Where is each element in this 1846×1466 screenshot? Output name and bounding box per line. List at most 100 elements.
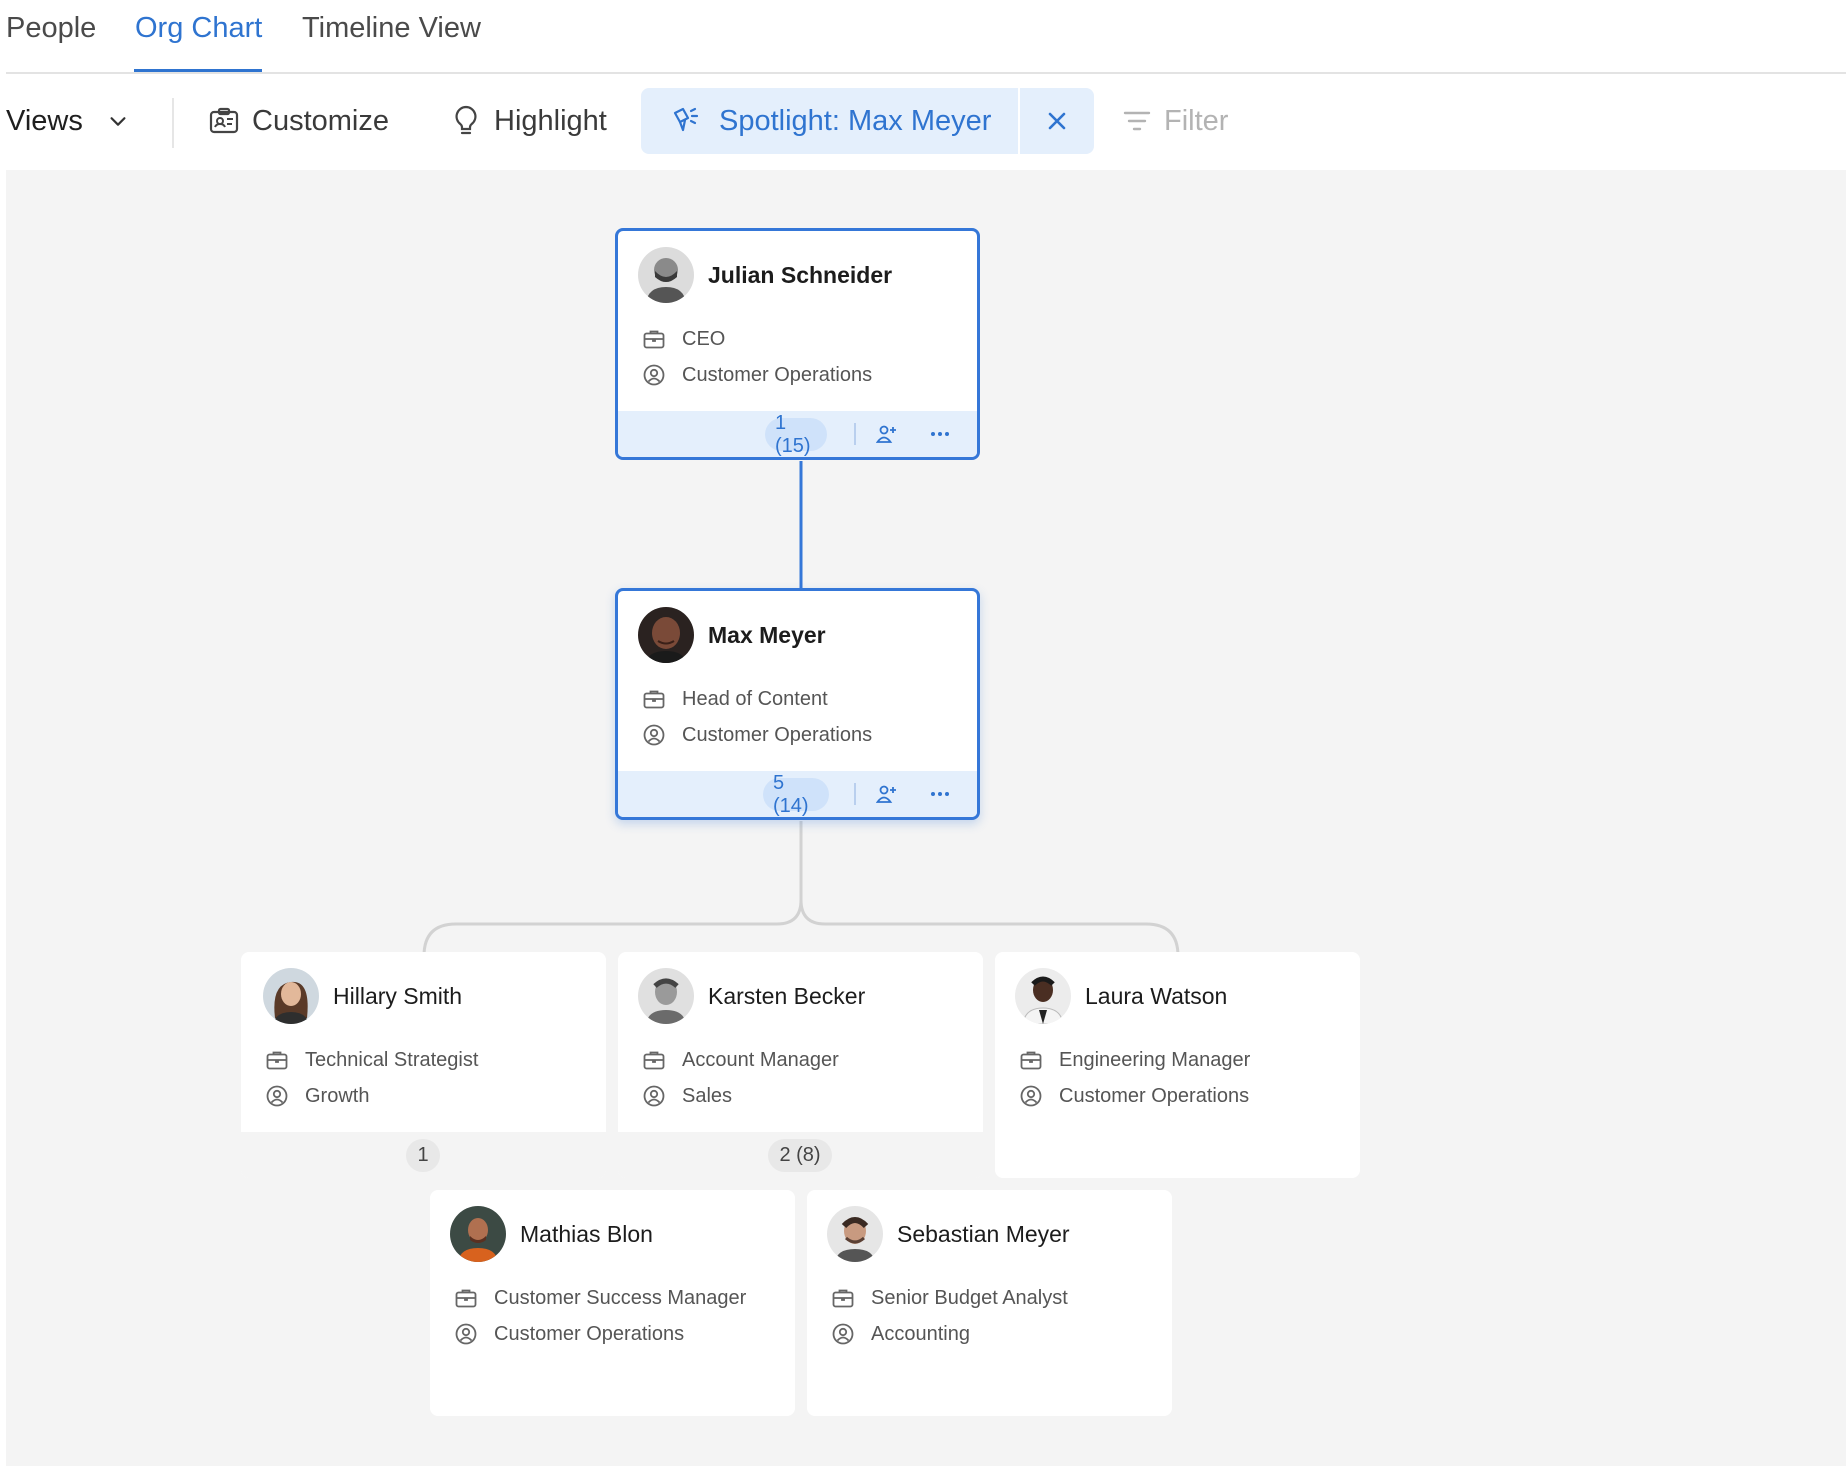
department: Sales: [682, 1084, 733, 1107]
person-name: Karsten Becker: [708, 982, 866, 1009]
footer-divider: [854, 423, 856, 445]
job-title: CEO: [682, 327, 726, 350]
reports-count-badge[interactable]: 1: [406, 1139, 440, 1172]
org-card-hillary-smith[interactable]: Hillary Smith Technical Strategist Growt…: [241, 952, 606, 1178]
user-circle-icon: [266, 1085, 288, 1107]
lightbulb-icon: [450, 104, 482, 138]
spotlight-button[interactable]: Spotlight: Max Meyer: [641, 88, 1018, 154]
job-title-row: Account Manager: [642, 1048, 839, 1072]
org-chart-canvas[interactable]: Julian Schneider CEO Customer Operations…: [6, 170, 1846, 1466]
more-icon[interactable]: [923, 419, 957, 449]
briefcase-icon: [832, 1289, 854, 1308]
avatar: [1015, 968, 1071, 1024]
job-title: Head of Content: [682, 687, 828, 710]
department-row: Accounting: [831, 1322, 970, 1346]
avatar: [638, 968, 694, 1024]
avatar: [827, 1206, 883, 1262]
department-row: Customer Operations: [454, 1322, 684, 1346]
card-footer: 5 (14): [618, 771, 977, 817]
views-label: Views: [6, 104, 83, 137]
reports-count-badge[interactable]: 5 (14): [763, 772, 829, 817]
department: Accounting: [871, 1322, 970, 1345]
job-title: Customer Success Manager: [494, 1286, 747, 1309]
user-circle-icon: [643, 724, 665, 746]
card-footer: 2 (8): [618, 1132, 983, 1178]
user-circle-icon: [643, 1085, 665, 1107]
department-row: Sales: [642, 1084, 732, 1108]
job-title-row: Head of Content: [642, 687, 828, 711]
clear-spotlight-button[interactable]: [1020, 88, 1094, 154]
tab-org-chart[interactable]: Org Chart: [135, 12, 262, 45]
org-card-mathias-blon[interactable]: Mathias Blon Customer Success Manager Cu…: [430, 1190, 795, 1416]
active-tab-indicator: [134, 69, 262, 72]
job-title-row: Customer Success Manager: [454, 1286, 746, 1310]
org-card-max-meyer[interactable]: Max Meyer Head of Content Customer Opera…: [615, 588, 980, 820]
user-circle-icon: [1020, 1085, 1042, 1107]
user-circle-icon: [643, 364, 665, 386]
avatar: [450, 1206, 506, 1262]
highlight-label: Highlight: [494, 104, 607, 137]
department-row: Customer Operations: [642, 723, 872, 747]
highlight-button[interactable]: Highlight: [450, 88, 607, 154]
footer-divider: [854, 783, 856, 805]
department: Customer Operations: [494, 1322, 685, 1345]
reports-count-badge[interactable]: 2 (8): [768, 1139, 832, 1172]
job-title: Account Manager: [682, 1048, 839, 1071]
job-title-row: Technical Strategist: [265, 1048, 478, 1072]
department: Growth: [305, 1084, 370, 1107]
spotlight-icon: [671, 105, 707, 137]
user-circle-icon: [455, 1323, 477, 1345]
org-card-karsten-becker[interactable]: Karsten Becker Account Manager Sales 2 (…: [618, 952, 983, 1178]
job-title: Senior Budget Analyst: [871, 1286, 1068, 1309]
chevron-down-icon: [107, 110, 129, 132]
card-footer: 1: [241, 1132, 606, 1178]
filter-button[interactable]: Filter: [1122, 88, 1228, 154]
briefcase-icon: [643, 330, 665, 349]
customize-label: Customize: [252, 104, 389, 137]
job-title-row: Engineering Manager: [1019, 1048, 1250, 1072]
department-row: Growth: [265, 1084, 369, 1108]
person-name: Laura Watson: [1085, 982, 1228, 1009]
department: Customer Operations: [682, 363, 873, 386]
person-name: Hillary Smith: [333, 982, 463, 1009]
briefcase-icon: [643, 690, 665, 709]
briefcase-icon: [1020, 1051, 1042, 1070]
job-title: Engineering Manager: [1059, 1048, 1251, 1071]
tab-people[interactable]: People: [6, 12, 96, 45]
filter-icon: [1122, 108, 1152, 134]
more-icon[interactable]: [923, 779, 957, 809]
close-icon: [1046, 110, 1068, 132]
department-row: Customer Operations: [1019, 1084, 1249, 1108]
avatar: [263, 968, 319, 1024]
customize-button[interactable]: Customize: [208, 88, 389, 154]
briefcase-icon: [643, 1051, 665, 1070]
briefcase-icon: [266, 1051, 288, 1070]
reports-count-badge[interactable]: 1 (15): [765, 412, 827, 457]
views-dropdown[interactable]: Views: [6, 88, 129, 154]
org-card-julian-schneider[interactable]: Julian Schneider CEO Customer Operations…: [615, 228, 980, 460]
id-card-icon: [208, 105, 240, 137]
person-name: Sebastian Meyer: [897, 1220, 1070, 1247]
add-person-icon[interactable]: [870, 419, 904, 449]
job-title: Technical Strategist: [305, 1048, 479, 1071]
person-name: Max Meyer: [708, 621, 826, 648]
person-name: Julian Schneider: [708, 261, 893, 288]
tab-timeline-view[interactable]: Timeline View: [302, 12, 481, 45]
card-footer: 1 (15): [618, 411, 977, 457]
job-title-row: CEO: [642, 327, 725, 351]
user-circle-icon: [832, 1323, 854, 1345]
person-name: Mathias Blon: [520, 1220, 653, 1247]
spotlight-label: Spotlight: Max Meyer: [719, 104, 992, 137]
briefcase-icon: [455, 1289, 477, 1308]
org-card-laura-watson[interactable]: Laura Watson Engineering Manager Custome…: [995, 952, 1360, 1178]
avatar: [638, 247, 694, 303]
department-row: Customer Operations: [642, 363, 872, 387]
toolbar-divider: [172, 98, 174, 148]
add-person-icon[interactable]: [870, 779, 904, 809]
job-title-row: Senior Budget Analyst: [831, 1286, 1068, 1310]
department: Customer Operations: [682, 723, 873, 746]
view-tabs: People Org Chart Timeline View: [6, 0, 1846, 74]
filter-label: Filter: [1164, 104, 1229, 137]
avatar: [638, 607, 694, 663]
org-card-sebastian-meyer[interactable]: Sebastian Meyer Senior Budget Analyst Ac…: [807, 1190, 1172, 1416]
